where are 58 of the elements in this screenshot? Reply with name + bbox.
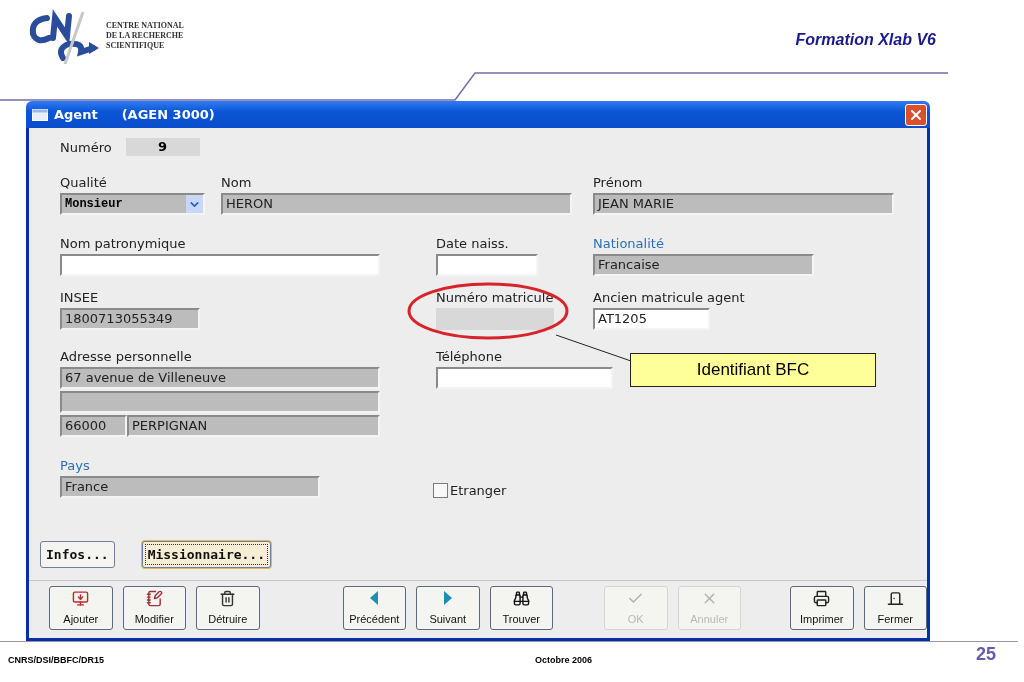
input-field[interactable]: 67 avenue de Villeneuve xyxy=(60,367,380,389)
toolbar-button[interactable]: Modifier xyxy=(122,586,186,631)
field-label: Adresse personnelle xyxy=(60,349,193,364)
field-label: Nationalité xyxy=(593,236,665,251)
field-label: Numéro xyxy=(60,139,112,155)
input-field[interactable]: JEAN MARIE xyxy=(593,193,894,215)
page-number: 25 xyxy=(975,643,996,665)
toolbar-button[interactable]: Suivant xyxy=(416,586,480,631)
input-field[interactable]: HERON xyxy=(221,193,572,215)
binoculars-icon xyxy=(512,590,530,608)
dialog-button[interactable]: Missionnaire... xyxy=(141,541,272,568)
field-label: Nom patronymique xyxy=(60,236,187,251)
printer-icon xyxy=(813,590,831,608)
input-field[interactable] xyxy=(60,391,380,413)
toolbar-button[interactable]: Ajouter xyxy=(49,586,113,631)
field-label: Prénom xyxy=(593,175,644,190)
logo-text: CENTRE NATIONAL DE LA RECHERCHE SCIENTIFIQUE xyxy=(106,21,184,51)
door-icon xyxy=(886,590,904,608)
field-label: Qualité xyxy=(60,175,108,190)
slide-title: Formation Xlab V6 xyxy=(795,31,936,49)
dialog-button[interactable]: Infos... xyxy=(40,541,115,568)
callout-label: Identifiant BFC xyxy=(630,353,876,387)
input-field[interactable] xyxy=(60,254,380,276)
window-icon xyxy=(32,108,48,121)
field-label: Numéro matricule xyxy=(436,290,555,305)
input-field[interactable] xyxy=(436,367,613,389)
checkbox[interactable] xyxy=(433,483,448,498)
input-field[interactable]: PERPIGNAN xyxy=(127,415,380,437)
toolbar-button[interactable]: Détruire xyxy=(196,586,260,631)
field-label: Pays xyxy=(60,458,91,473)
footer-text: CNRS/DSI/BBFC/DR15 xyxy=(8,655,105,666)
field-label: Date naiss. xyxy=(436,236,510,251)
field-label: Nom xyxy=(221,175,253,190)
trash-icon xyxy=(219,590,237,608)
input-field[interactable] xyxy=(436,254,538,276)
input-field[interactable]: France xyxy=(60,476,320,498)
field-label: INSEE xyxy=(60,290,100,305)
field-label: Ancien matricule agent xyxy=(593,290,746,305)
checkbox-label: Etranger xyxy=(450,483,507,498)
monitor-icon xyxy=(72,590,90,608)
number-value: 9 xyxy=(125,138,200,156)
toolbar-button[interactable]: Précédent xyxy=(342,586,406,631)
field-label: Téléphone xyxy=(436,349,504,364)
window-title: Agent xyxy=(54,107,98,122)
close-button[interactable] xyxy=(905,103,927,126)
dropdown[interactable]: Monsieur xyxy=(60,193,205,215)
notepad-pencil-icon xyxy=(145,590,163,608)
toolbar-button[interactable]: Trouver xyxy=(489,586,553,631)
input-field[interactable]: Francaise xyxy=(593,254,814,276)
input-field[interactable]: 66000 xyxy=(60,415,127,437)
right-triangle-icon xyxy=(442,590,453,607)
input-field[interactable]: AT1205 xyxy=(593,308,710,330)
window-code: (AGEN 3000) xyxy=(121,107,215,122)
input-field[interactable]: 1800713055349 xyxy=(60,308,200,330)
footer-date: Octobre 2006 xyxy=(535,655,593,666)
left-triangle-icon xyxy=(369,590,380,607)
toolbar-button[interactable]: Imprimer xyxy=(790,586,854,631)
toolbar-button[interactable]: Fermer xyxy=(863,586,927,631)
